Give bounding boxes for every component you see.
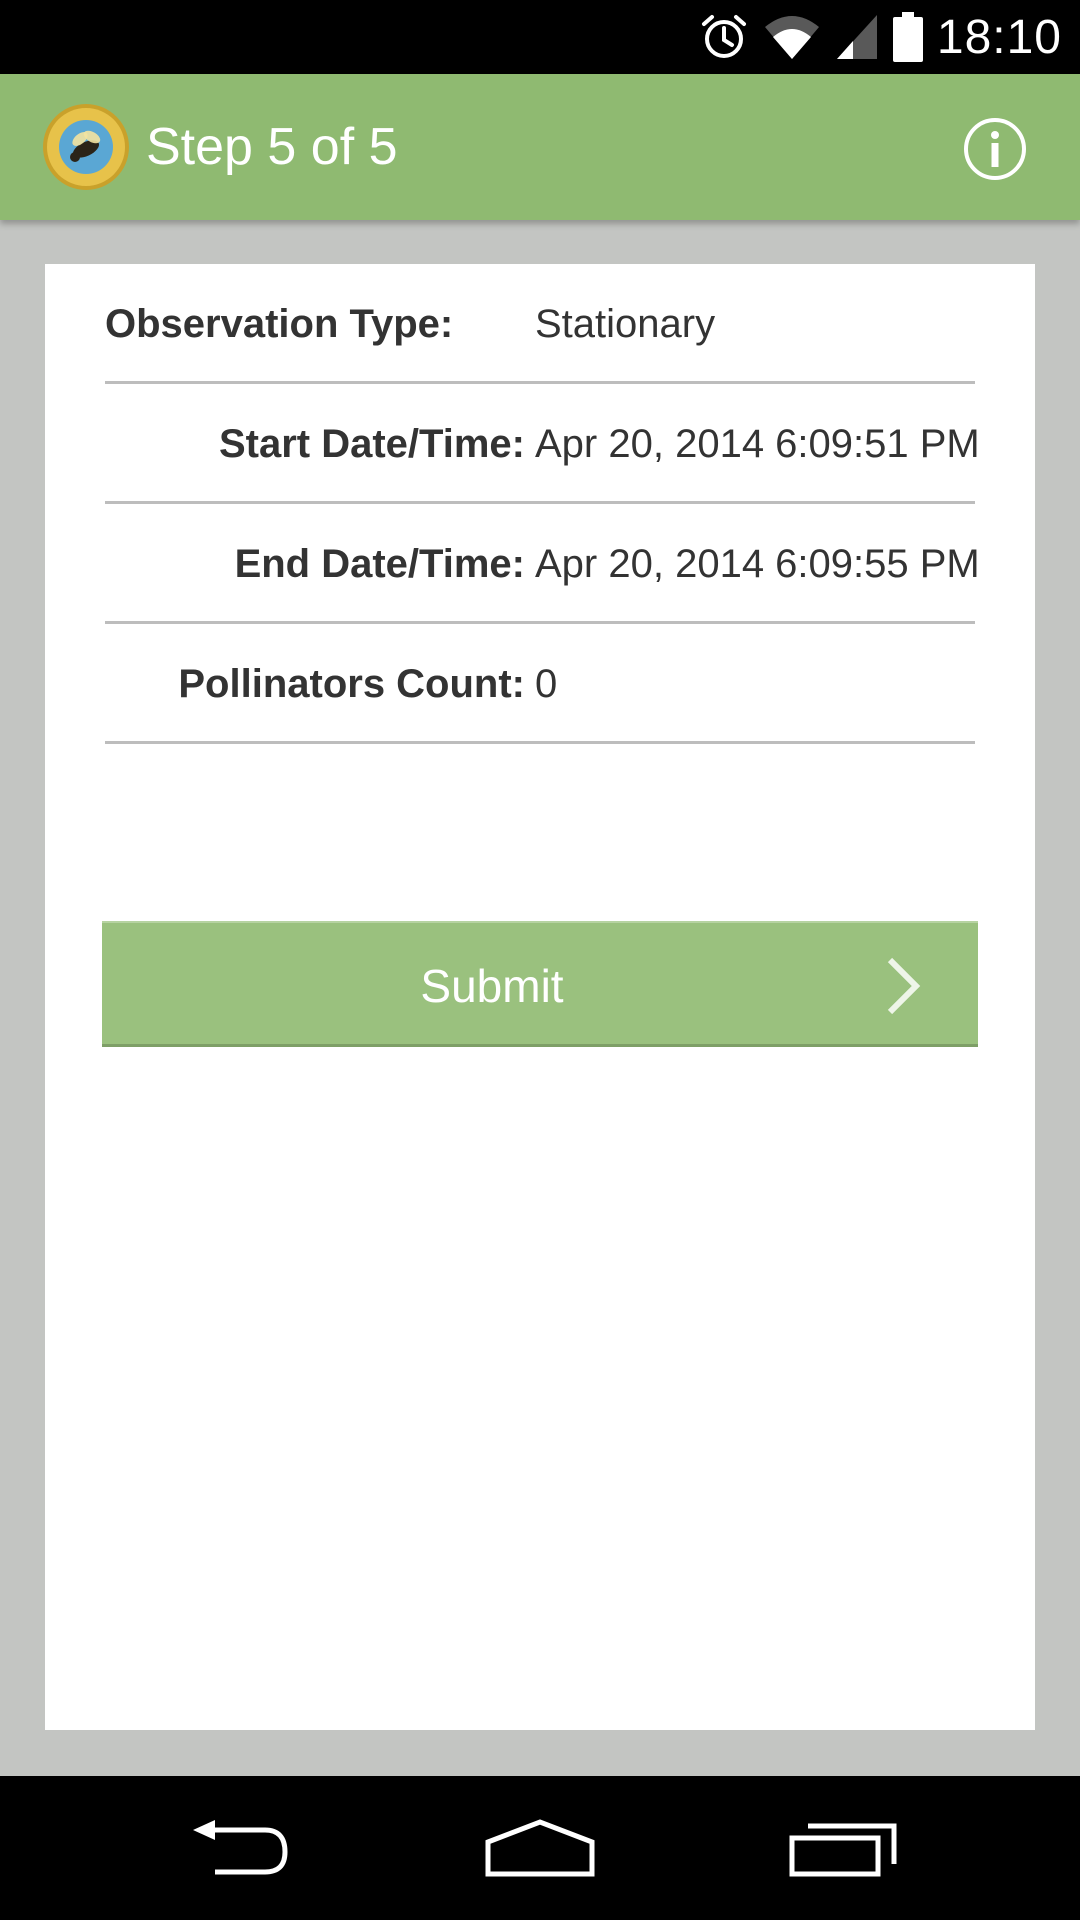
summary-row-pollinators-count: Pollinators Count: 0 — [105, 624, 975, 744]
start-date-label: Start Date/Time: — [218, 421, 525, 466]
start-date-value: Apr 20, 2014 6:09:51 PM — [535, 421, 980, 466]
app-bar: Step 5 of 5 — [0, 74, 1080, 220]
chevron-right-icon — [887, 957, 921, 1015]
wifi-icon — [764, 16, 819, 59]
summary-card: Observation Type: Stationary Start Date/… — [45, 264, 1035, 1730]
home-button[interactable] — [440, 1776, 640, 1920]
status-time: 18:10 — [936, 10, 1062, 64]
summary-row-observation-type: Observation Type: Stationary — [105, 264, 975, 384]
home-icon — [485, 1819, 595, 1877]
recent-apps-icon — [789, 1823, 897, 1877]
battery-icon — [892, 12, 923, 62]
observation-type-label: Observation Type: — [105, 301, 454, 346]
pollinators-count-label: Pollinators Count: — [178, 661, 525, 706]
navigation-bar — [0, 1776, 1080, 1920]
back-button[interactable] — [140, 1776, 340, 1920]
end-date-value: Apr 20, 2014 6:09:55 PM — [535, 541, 980, 586]
observation-type-value: Stationary — [535, 301, 716, 346]
back-icon — [193, 1820, 288, 1875]
recent-apps-button[interactable] — [743, 1776, 943, 1920]
logo — [43, 104, 129, 190]
page-title: Step 5 of 5 — [146, 118, 398, 176]
alarm-icon — [701, 15, 746, 58]
info-icon[interactable] — [962, 116, 1028, 182]
pollinators-count-value: 0 — [535, 661, 558, 706]
summary-row-start-date: Start Date/Time: Apr 20, 2014 6:09:51 PM — [105, 384, 980, 504]
signal-icon — [836, 15, 877, 59]
status-icons: 18:10 — [699, 0, 1062, 74]
submit-label: Submit — [420, 960, 564, 1012]
summary-row-end-date: End Date/Time: Apr 20, 2014 6:09:55 PM — [105, 504, 980, 624]
status-bar: 18:10 — [0, 0, 1080, 74]
submit-button[interactable]: Submit — [102, 921, 978, 1047]
end-date-label: End Date/Time: — [234, 541, 525, 586]
